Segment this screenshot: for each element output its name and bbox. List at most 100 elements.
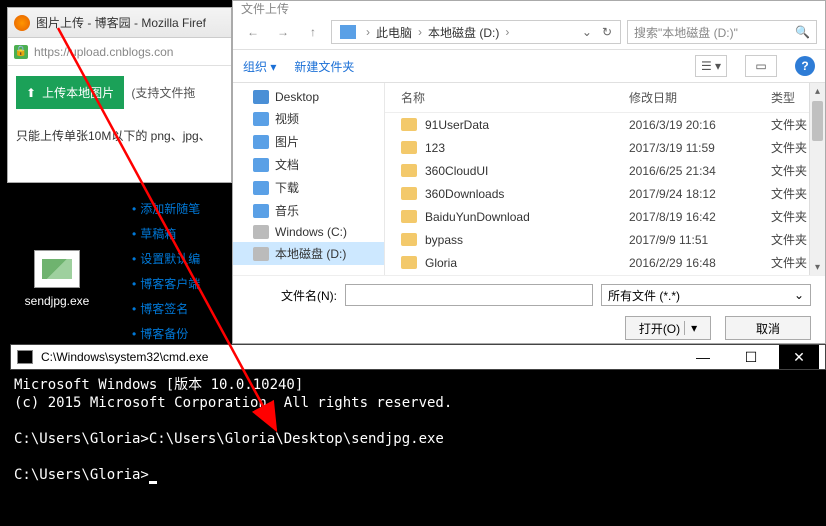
organize-menu[interactable]: 组织 ▾ bbox=[243, 58, 276, 75]
quicklink-item[interactable]: • 草稿箱 bbox=[132, 221, 227, 246]
file-row[interactable]: Gloria2016/2/29 16:48文件夹 bbox=[385, 251, 825, 274]
folder-icon bbox=[253, 158, 269, 172]
quicklink-item[interactable]: • 添加新随笔 bbox=[132, 196, 227, 221]
firefox-icon bbox=[14, 15, 30, 31]
file-date: 2017/9/24 18:12 bbox=[629, 187, 771, 201]
chevron-right-icon: › bbox=[501, 25, 513, 39]
quicklink-item[interactable]: • 设置默认编 bbox=[132, 246, 227, 271]
bullet-icon: • bbox=[132, 327, 136, 341]
breadcrumb[interactable]: › 此电脑 › 本地磁盘 (D:) › ⌄ ↻ bbox=[331, 20, 621, 44]
nav-forward-icon[interactable]: → bbox=[271, 20, 295, 44]
chevron-right-icon: › bbox=[414, 25, 426, 39]
file-open-dialog: 文件上传 ← → ↑ › 此电脑 › 本地磁盘 (D:) › ⌄ ↻ 搜索"本地… bbox=[232, 0, 826, 344]
scroll-thumb[interactable] bbox=[812, 101, 823, 141]
file-row[interactable]: BaiduYunDownload2017/8/19 16:42文件夹 bbox=[385, 205, 825, 228]
col-name[interactable]: 名称 bbox=[401, 89, 629, 106]
tree-item-label: 下载 bbox=[275, 179, 299, 196]
folder-icon bbox=[401, 233, 417, 246]
quicklink-item[interactable]: •博客客户端 bbox=[132, 271, 227, 296]
pc-icon bbox=[340, 25, 356, 39]
file-name: Gloria bbox=[425, 256, 629, 270]
open-label: 打开(O) bbox=[639, 320, 680, 337]
tree-item[interactable]: 视频 bbox=[233, 107, 384, 130]
file-row[interactable]: 360CloudUI2016/6/25 21:34文件夹 bbox=[385, 159, 825, 182]
quicklink-label: 博客签名 bbox=[140, 300, 188, 317]
tree-item[interactable]: 音乐 bbox=[233, 199, 384, 222]
file-name: 360Downloads bbox=[425, 187, 629, 201]
close-button[interactable]: ✕ bbox=[779, 345, 819, 369]
scroll-up-icon[interactable]: ▴ bbox=[810, 83, 825, 99]
tree-item[interactable]: 下载 bbox=[233, 176, 384, 199]
quicklink-label: 博客客户端 bbox=[140, 275, 200, 292]
help-icon[interactable]: ? bbox=[795, 56, 815, 76]
dialog-titlebar[interactable]: 文件上传 bbox=[233, 1, 825, 15]
file-name: bypass bbox=[425, 233, 629, 247]
drive-icon bbox=[253, 225, 269, 239]
open-button[interactable]: 打开(O) ▾ bbox=[625, 316, 711, 340]
folder-icon bbox=[401, 118, 417, 131]
breadcrumb-dropdown-icon[interactable]: ⌄ bbox=[578, 25, 596, 39]
minimize-button[interactable]: — bbox=[683, 345, 723, 369]
file-list: 名称 修改日期 类型 91UserData2016/3/19 20:16文件夹1… bbox=[385, 83, 825, 275]
tree-item-label: 音乐 bbox=[275, 202, 299, 219]
firefox-title: 图片上传 - 博客园 - Mozilla Firef bbox=[36, 14, 206, 31]
quicklink-label: 设置默认编 bbox=[140, 250, 200, 267]
tree-item[interactable]: Desktop bbox=[233, 87, 384, 107]
tree-item-label: Windows (C:) bbox=[275, 225, 347, 239]
desktop-icon-sendjpg[interactable]: sendjpg.exe bbox=[22, 250, 92, 308]
file-row[interactable]: 91UserData2016/3/19 20:16文件夹 bbox=[385, 113, 825, 136]
preview-button[interactable]: ▭ bbox=[745, 55, 777, 77]
bullet-icon: • bbox=[132, 202, 136, 216]
search-input[interactable]: 搜索"本地磁盘 (D:)" 🔍 bbox=[627, 20, 817, 44]
quicklink-item[interactable]: •博客备份 bbox=[132, 321, 227, 346]
file-row[interactable]: bypass2017/9/9 11:51文件夹 bbox=[385, 228, 825, 251]
cancel-label: 取消 bbox=[756, 320, 780, 337]
search-placeholder: 搜索"本地磁盘 (D:)" bbox=[634, 24, 789, 41]
split-dropdown-icon[interactable]: ▾ bbox=[684, 321, 697, 335]
nav-back-icon[interactable]: ← bbox=[241, 20, 265, 44]
firefox-window: 图片上传 - 博客园 - Mozilla Firef 🔒 https://upl… bbox=[7, 7, 232, 183]
upload-button[interactable]: ⬆ 上传本地图片 bbox=[16, 76, 124, 109]
file-row[interactable]: 1232017/3/19 11:59文件夹 bbox=[385, 136, 825, 159]
file-row[interactable]: 360Downloads2017/9/24 18:12文件夹 bbox=[385, 182, 825, 205]
filetype-filter[interactable]: 所有文件 (*.*) ⌄ bbox=[601, 284, 811, 306]
folder-icon bbox=[253, 204, 269, 218]
filename-input[interactable] bbox=[345, 284, 593, 306]
chevron-right-icon: › bbox=[362, 25, 374, 39]
view-button[interactable]: ☰ ▾ bbox=[695, 55, 727, 77]
cancel-button[interactable]: 取消 bbox=[725, 316, 811, 340]
quicklink-label: 添加新随笔 bbox=[140, 200, 200, 217]
address-bar[interactable]: 🔒 https://upload.cnblogs.con bbox=[8, 38, 231, 66]
tree-item-label: 图片 bbox=[275, 133, 299, 150]
breadcrumb-pc[interactable]: 此电脑 bbox=[376, 24, 412, 41]
col-date[interactable]: 修改日期 bbox=[629, 89, 771, 106]
folder-icon bbox=[401, 210, 417, 223]
new-folder-button[interactable]: 新建文件夹 bbox=[294, 58, 354, 75]
cmd-titlebar[interactable]: C:\Windows\system32\cmd.exe — ☐ ✕ bbox=[10, 344, 826, 370]
folder-icon bbox=[253, 135, 269, 149]
cmd-window: C:\Windows\system32\cmd.exe — ☐ ✕ Micros… bbox=[10, 344, 826, 524]
tree-item[interactable]: 本地磁盘 (D:) bbox=[233, 242, 384, 265]
exe-icon bbox=[34, 250, 80, 288]
bullet-icon: • bbox=[132, 252, 136, 266]
scroll-down-icon[interactable]: ▾ bbox=[810, 259, 825, 275]
desktop-icon-label: sendjpg.exe bbox=[22, 294, 92, 308]
quicklink-item[interactable]: •博客签名 bbox=[132, 296, 227, 321]
folder-icon bbox=[401, 141, 417, 154]
nav-up-icon[interactable]: ↑ bbox=[301, 20, 325, 44]
file-date: 2017/3/19 11:59 bbox=[629, 141, 771, 155]
cmd-output[interactable]: Microsoft Windows [版本 10.0.10240] (c) 20… bbox=[10, 370, 826, 524]
file-date: 2017/8/19 16:42 bbox=[629, 210, 771, 224]
breadcrumb-drive[interactable]: 本地磁盘 (D:) bbox=[428, 24, 499, 41]
tree-item[interactable]: Windows (C:) bbox=[233, 222, 384, 242]
firefox-titlebar[interactable]: 图片上传 - 博客园 - Mozilla Firef bbox=[8, 8, 231, 38]
tree-item[interactable]: 文档 bbox=[233, 153, 384, 176]
tree-item[interactable]: 图片 bbox=[233, 130, 384, 153]
refresh-icon[interactable]: ↻ bbox=[598, 25, 616, 39]
bullet-icon: • bbox=[132, 227, 136, 241]
tree-item-label: 视频 bbox=[275, 110, 299, 127]
column-headers[interactable]: 名称 修改日期 类型 bbox=[385, 83, 825, 113]
quicklink-label: 草稿箱 bbox=[140, 225, 176, 242]
maximize-button[interactable]: ☐ bbox=[731, 345, 771, 369]
scrollbar[interactable]: ▴ ▾ bbox=[809, 83, 825, 275]
